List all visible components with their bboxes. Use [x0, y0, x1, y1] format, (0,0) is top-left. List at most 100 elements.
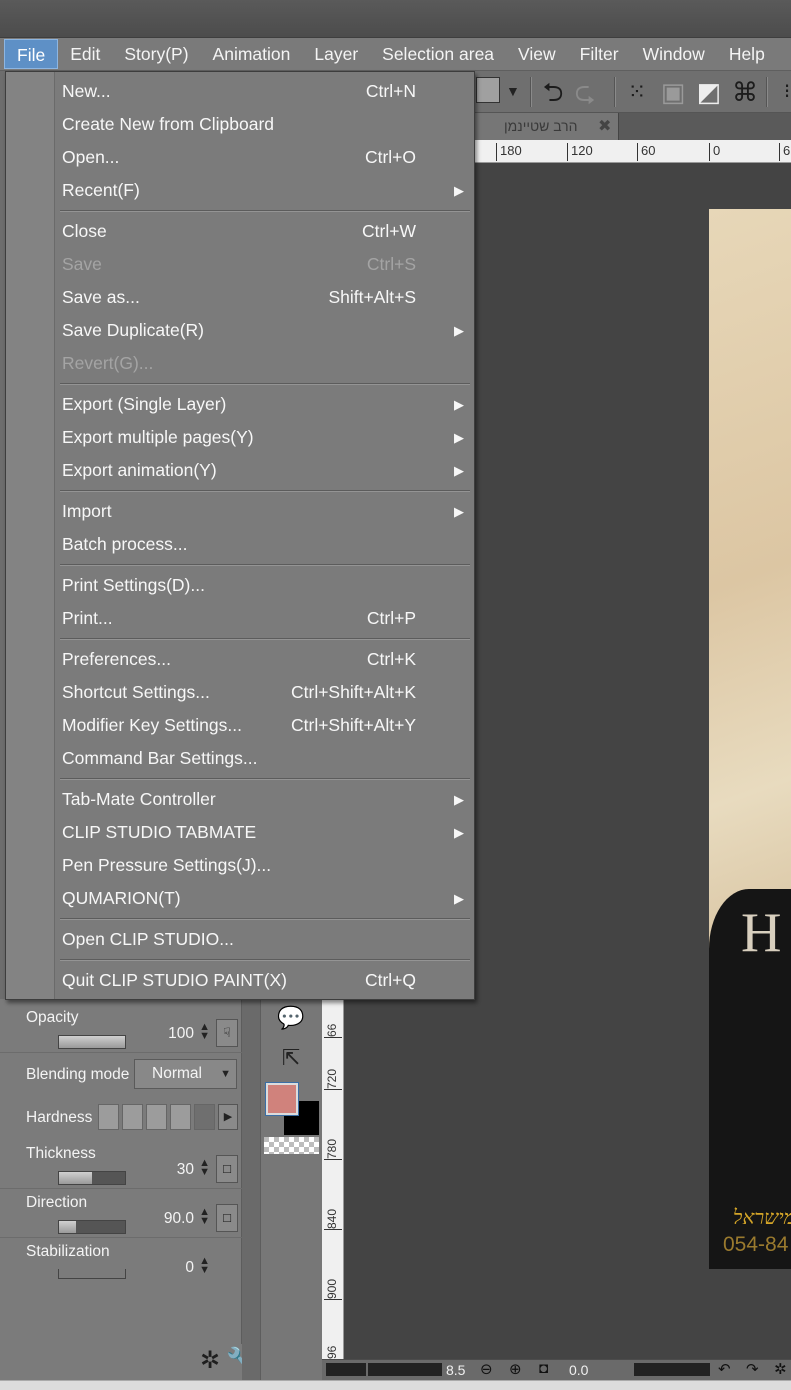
file-menu-item[interactable]: Print... Ctrl+P — [6, 602, 474, 635]
direction-slider[interactable] — [58, 1220, 126, 1234]
menu-window[interactable]: Window — [631, 39, 717, 69]
file-menu-item[interactable]: Export animation(Y) ▶ — [6, 454, 474, 487]
menu-animation[interactable]: Animation — [201, 39, 303, 69]
hardness-preset[interactable] — [170, 1104, 191, 1130]
stabilization-spinner-icon[interactable]: ▲ ▼ — [199, 1256, 210, 1276]
zoom-slider[interactable] — [368, 1363, 442, 1376]
file-menu-item[interactable]: Open CLIP STUDIO... — [6, 923, 474, 956]
rotate-left-icon[interactable]: ↶ — [718, 1360, 731, 1378]
canvas-artwork[interactable]: H ממישראל 054-84 — [709, 209, 791, 1269]
thickness-slider[interactable] — [58, 1171, 126, 1185]
file-menu-item[interactable]: Save Duplicate(R) ▶ — [6, 314, 474, 347]
direction-fill — [59, 1221, 76, 1233]
document-tab[interactable]: הרב שטיינמן ✖ — [474, 113, 619, 140]
hardness-row: Hardness ▶ — [0, 1098, 242, 1138]
menu-item-label: Print... — [62, 608, 113, 628]
file-menu-item[interactable]: Save as... Shift+Alt+S — [6, 281, 474, 314]
file-menu-item[interactable]: Quit CLIP STUDIO PAINT(X) Ctrl+Q — [6, 964, 474, 997]
thickness-spinner-icon[interactable]: ▲ ▼ — [199, 1158, 210, 1178]
ruler-tick-label: 840 — [324, 1194, 342, 1230]
file-menu-item[interactable]: Export (Single Layer) ▶ — [6, 388, 474, 421]
redo-icon[interactable]: ⮎ — [570, 77, 600, 107]
crop-icon[interactable]: ▣ — [658, 77, 688, 107]
menu-item-label: Batch process... — [62, 534, 188, 554]
menu-selection-area[interactable]: Selection area — [370, 39, 506, 69]
clear-selection-icon[interactable]: ⁙ — [622, 77, 652, 107]
transparent-color-swatch[interactable] — [264, 1137, 319, 1154]
menu-edit[interactable]: Edit — [58, 39, 112, 69]
file-menu-item[interactable]: Import ▶ — [6, 495, 474, 528]
thickness-settings-icon[interactable]: □ — [216, 1155, 238, 1183]
zoom-in-icon[interactable]: ⊕ — [509, 1360, 522, 1378]
correct-line-tool-icon[interactable]: ⇱ — [265, 1043, 317, 1073]
menu-story[interactable]: Story(P) — [112, 39, 200, 69]
hardness-preset[interactable] — [194, 1104, 215, 1130]
direction-spinner-icon[interactable]: ▲ ▼ — [199, 1207, 210, 1227]
hardness-label: Hardness — [26, 1109, 93, 1126]
file-menu-item[interactable]: CLIP STUDIO TABMATE ▶ — [6, 816, 474, 849]
undo-icon[interactable]: ⮌ — [538, 77, 568, 107]
main-color-swatch[interactable] — [265, 1082, 299, 1116]
file-menu-item[interactable]: Export multiple pages(Y) ▶ — [6, 421, 474, 454]
reset-rotation-icon[interactable]: ✲ — [774, 1360, 787, 1378]
hardness-preset[interactable] — [146, 1104, 167, 1130]
file-menu-item[interactable]: Save Ctrl+S — [6, 248, 474, 281]
file-menu-item[interactable]: Open... Ctrl+O — [6, 141, 474, 174]
pressure-icon[interactable]: ☟ — [216, 1019, 238, 1047]
file-menu-item[interactable]: Modifier Key Settings... Ctrl+Shift+Alt+Y — [6, 709, 474, 742]
file-menu-item[interactable]: Preferences... Ctrl+K — [6, 643, 474, 676]
menu-item-label: Shortcut Settings... — [62, 682, 210, 702]
opacity-slider[interactable] — [58, 1035, 126, 1049]
menu-layer[interactable]: Layer — [302, 39, 370, 69]
menu-filter[interactable]: Filter — [568, 39, 631, 69]
file-menu-item[interactable]: Print Settings(D)... — [6, 569, 474, 602]
chevron-right-icon[interactable]: ▶ — [218, 1104, 238, 1130]
fit-screen-icon[interactable]: ◘ — [539, 1360, 548, 1377]
file-menu-item[interactable]: Tab-Mate Controller ▶ — [6, 783, 474, 816]
navigator-slider[interactable] — [326, 1363, 366, 1376]
opacity-spinner-icon[interactable]: ▲ ▼ — [199, 1022, 210, 1042]
menu-view[interactable]: View — [506, 39, 568, 69]
file-menu-item[interactable]: QUMARION(T) ▶ — [6, 882, 474, 915]
stabilization-value: 0 — [185, 1259, 194, 1276]
hardness-preset[interactable] — [98, 1104, 119, 1130]
menu-file[interactable]: File — [4, 39, 59, 69]
file-menu-item[interactable]: New... Ctrl+N — [6, 75, 474, 108]
file-menu-item[interactable]: Recent(F) ▶ — [6, 174, 474, 207]
ruler-tick-label: 6 — [779, 143, 790, 161]
blending-mode-row: Blending mode Normal ▼ — [0, 1054, 242, 1094]
hardness-preset[interactable] — [122, 1104, 143, 1130]
canvas-status-bar: 8.5 ⊖ ⊕ ◘ 0.0 ↶ ↷ ✲ — [322, 1359, 791, 1380]
opacity-row: Opacity 100 ▲ ▼ ☟ — [0, 1005, 242, 1053]
rotation-slider[interactable] — [634, 1363, 710, 1376]
balloon-tool-icon[interactable]: 💬 — [265, 1003, 317, 1033]
file-menu-item[interactable]: Command Bar Settings... — [6, 742, 474, 775]
file-menu-item[interactable]: Batch process... — [6, 528, 474, 561]
file-menu-item[interactable]: Create New from Clipboard — [6, 108, 474, 141]
menu-item-label: CLIP STUDIO TABMATE — [62, 822, 257, 842]
menu-item-shortcut: Ctrl+K — [366, 649, 416, 669]
rotate-right-icon[interactable]: ↷ — [746, 1360, 759, 1378]
artwork-phone-text: 054-84 — [723, 1233, 789, 1256]
transform-icon[interactable]: ⌘ — [730, 77, 760, 107]
submenu-arrow-icon: ▶ — [454, 430, 464, 445]
more-icon[interactable]: ⁝ — [772, 77, 791, 107]
menu-item-label: Recent(F) — [62, 180, 140, 200]
file-menu-item[interactable]: Close Ctrl+W — [6, 215, 474, 248]
direction-settings-icon[interactable]: □ — [216, 1204, 238, 1232]
file-menu-item[interactable]: Revert(G)... — [6, 347, 474, 380]
panel-splitter[interactable] — [242, 999, 260, 1380]
stabilization-slider[interactable] — [58, 1269, 126, 1279]
zoom-out-icon[interactable]: ⊖ — [480, 1360, 493, 1378]
file-menu-item[interactable]: Shortcut Settings... Ctrl+Shift+Alt+K — [6, 676, 474, 709]
blending-mode-select[interactable]: Normal ▼ — [134, 1059, 237, 1089]
close-icon[interactable]: ✖ — [598, 116, 611, 136]
file-menu-item[interactable]: Pen Pressure Settings(J)... — [6, 849, 474, 882]
menu-help[interactable]: Help — [717, 39, 777, 69]
color-swatch-button[interactable] — [476, 77, 500, 103]
sub-tool-detail-icon[interactable]: ✲ — [200, 1346, 220, 1375]
menu-item-label: Open CLIP STUDIO... — [62, 929, 234, 949]
fill-bucket-icon[interactable]: ◩ — [694, 77, 724, 107]
chevron-down-icon[interactable]: ▼ — [506, 83, 520, 99]
chevron-down-icon: ▼ — [220, 1068, 231, 1080]
